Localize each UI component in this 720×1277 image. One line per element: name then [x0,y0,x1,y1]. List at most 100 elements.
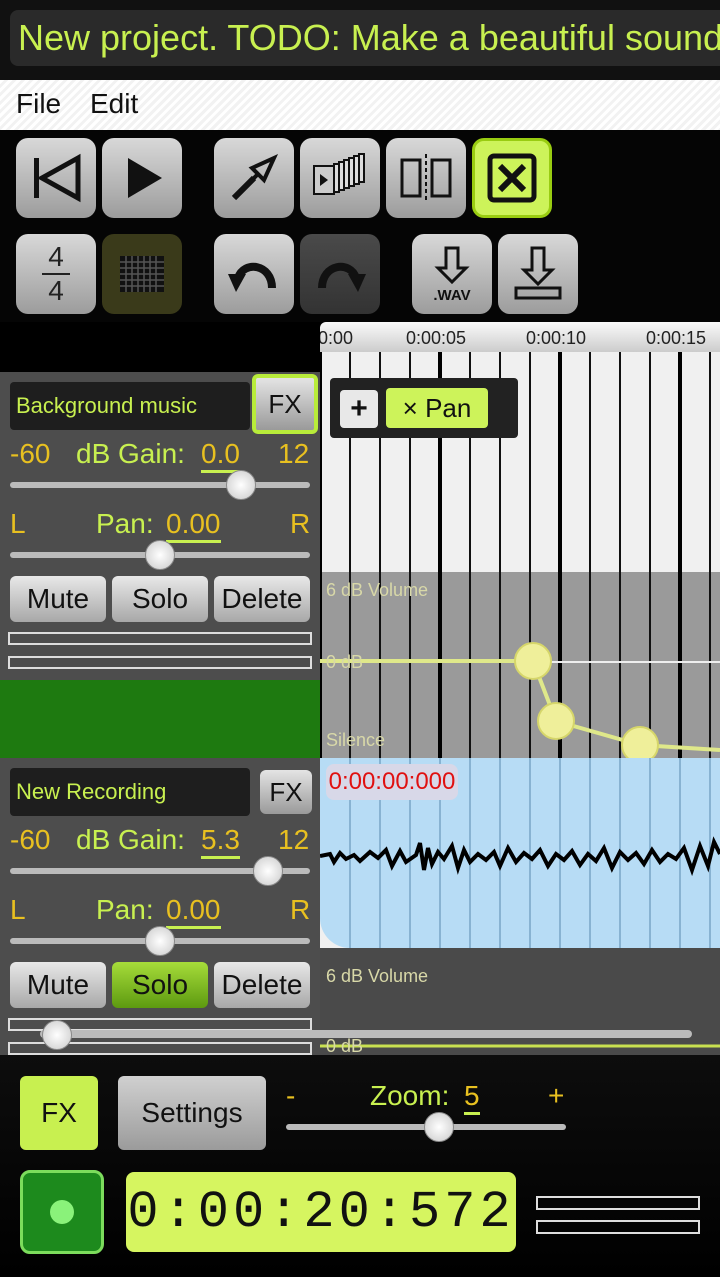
master-meter-left [536,1196,700,1210]
project-title[interactable]: New project. TODO: Make a beautiful soun… [10,10,720,66]
pan-slider-knob[interactable] [145,926,175,956]
skip-back-icon [34,153,81,203]
pan-left-label: L [10,508,26,539]
clip-time-label: 0:00:00:000 [326,764,458,800]
track-fx-button[interactable]: FX [260,770,312,814]
record-icon [50,1200,74,1224]
rewind-button[interactable] [16,138,96,218]
redo-button[interactable] [300,234,380,314]
pan-label: Pan: [96,894,154,925]
add-effect-button[interactable]: + [340,390,378,428]
gain-slider-knob[interactable] [226,470,256,500]
pan-label: Pan: [96,508,154,539]
close-box-icon [487,153,537,203]
pan-left-label: L [10,894,26,925]
automation-point[interactable] [537,702,575,740]
volume-max-label-2: 6 dB Volume [326,966,429,986]
pan-value[interactable]: 0.00 [166,508,221,543]
delete-track-button[interactable]: Delete [214,576,310,622]
timeline-area[interactable]: 6 dB Volume 0 dB Silence + × Pan 0:00:00… [320,352,720,1055]
title-bar: New project. TODO: Make a beautiful soun… [0,0,720,80]
delete-mode-button[interactable] [472,138,552,218]
level-meter-left [8,632,312,645]
solo-button[interactable]: Solo [112,962,208,1008]
track-color-strip [0,680,320,758]
time-signature-top: 4 [48,241,64,272]
master-fx-button[interactable]: FX [20,1076,98,1150]
gain-slider-knob[interactable] [253,856,283,886]
download-wav-icon: .WAV [433,246,471,304]
download-icon [514,246,562,300]
time-signature-bottom: 4 [48,275,64,306]
select-tool-button[interactable] [214,138,294,218]
ruler-tick: 0:00:05 [406,328,467,348]
gain-max-label: 12 [278,438,310,469]
export-wav-button[interactable]: .WAV [412,234,492,314]
film-stack-icon [313,153,365,195]
mute-button[interactable]: Mute [10,962,106,1008]
pan-right-label: R [290,894,311,925]
delete-track-button[interactable]: Delete [214,962,310,1008]
master-meter-right [536,1220,700,1234]
volume-max-label: 6 dB Volume [326,580,429,600]
grid-icon [120,256,164,292]
snap-grid-button[interactable] [102,234,182,314]
zoom-label: Zoom: [370,1080,450,1111]
wav-label: .WAV [433,287,470,304]
level-meter-right [8,656,312,669]
download-button[interactable] [498,234,578,314]
pan-slider-knob[interactable] [145,540,175,570]
gain-slider[interactable] [10,482,310,488]
time-signature: 4 4 [42,243,70,305]
track-panel-background-music: Background music FX -60 dB Gain: 0.0 12 … [0,372,320,680]
horizontal-scrollbar[interactable] [40,1030,692,1038]
timeline-grid [320,352,720,1055]
effects-popup: + × Pan [330,378,518,438]
play-icon [128,158,162,198]
gain-label: dB Gain: [76,824,185,855]
redo-icon [318,262,366,292]
recording-clip[interactable]: 0:00:00:000 [320,758,720,948]
zoom-slider-knob[interactable] [423,1112,454,1142]
gain-min-label: -60 [10,438,51,469]
volume-zero-label-2: 0 dB [326,1036,364,1055]
track-name[interactable]: Background music [10,382,250,430]
gain-label: dB Gain: [76,438,185,469]
menu-bar: File Edit [0,80,720,130]
track-fx-button[interactable]: FX [252,374,318,434]
scrollbar-thumb[interactable] [42,1020,72,1050]
pan-effect-chip[interactable]: × Pan [386,388,488,428]
split-button[interactable] [386,138,466,218]
volume-silence-label: Silence [326,730,386,750]
ruler-tick: 0:00:15 [646,328,707,348]
settings-button[interactable]: Settings [118,1076,266,1150]
zoom-in-label[interactable]: + [548,1080,564,1112]
undo-button[interactable] [214,234,294,314]
pan-right-label: R [290,508,311,539]
time-signature-button[interactable]: 4 4 [16,234,96,314]
zoom-out-label[interactable]: - [286,1080,295,1112]
zoom-value[interactable]: 5 [464,1080,480,1115]
pan-value[interactable]: 0.00 [166,894,221,929]
ruler-tick: 0:00 [318,328,354,348]
mute-button[interactable]: Mute [10,576,106,622]
timeline-ruler[interactable]: 0:00 0:00:05 0:00:10 0:00:15 [318,322,720,352]
undo-icon [228,262,276,292]
menu-edit[interactable]: Edit [90,88,138,120]
arrow-cursor-icon [231,153,279,201]
volume-zero-label: 0 dB [326,652,364,672]
ruler-tick: 0:00:10 [526,328,587,348]
clips-button[interactable] [300,138,380,218]
track-name[interactable]: New Recording [10,768,250,816]
split-icon [400,154,452,202]
solo-button[interactable]: Solo [112,576,208,622]
gain-min-label: -60 [10,824,51,855]
menu-file[interactable]: File [16,88,61,120]
record-button[interactable] [20,1170,104,1254]
gain-value[interactable]: 0.0 [201,438,240,473]
play-button[interactable] [102,138,182,218]
track-panel-new-recording: New Recording FX -60 dB Gain: 5.3 12 L P… [0,758,320,1055]
time-display: 0:00:20:572 [126,1172,516,1252]
automation-point[interactable] [514,642,552,680]
gain-value[interactable]: 5.3 [201,824,240,859]
